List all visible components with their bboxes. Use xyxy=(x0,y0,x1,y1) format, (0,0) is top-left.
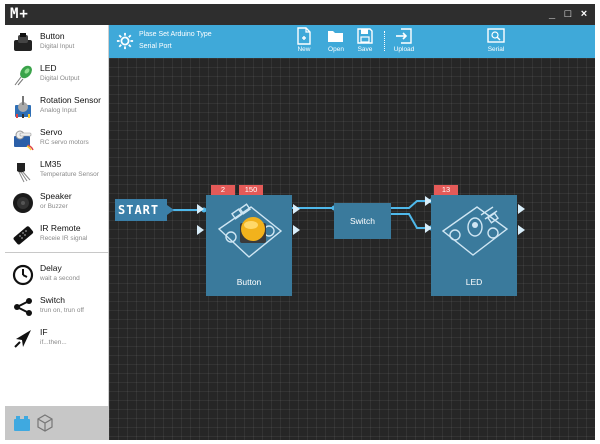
led-output-port[interactable] xyxy=(518,204,525,214)
sidebar-item-name: Speaker xyxy=(40,191,72,201)
led-node[interactable]: LED xyxy=(431,195,517,296)
sidebar-item-name: Switch xyxy=(40,295,66,305)
led-node-label: LED xyxy=(465,277,483,287)
folder-icon xyxy=(328,31,343,42)
sidebar-item-desc: if...then... xyxy=(40,339,67,346)
maximize-button[interactable]: □ xyxy=(561,6,575,22)
button-value-tag[interactable]: 150 xyxy=(239,185,263,195)
serial-port-text[interactable]: Serial Port xyxy=(139,43,172,50)
toolbar-divider xyxy=(384,31,385,51)
minimize-button[interactable]: _ xyxy=(545,6,559,22)
sidebar-footer xyxy=(5,406,109,440)
sidebar-item-rotation-sensor[interactable]: Rotation Sensor Analog Input xyxy=(5,92,109,124)
sidebar-item-desc: Digital Output xyxy=(40,75,80,82)
button-input-port[interactable] xyxy=(197,204,204,214)
if-icon xyxy=(14,330,31,348)
sidebar-item-desc: RC servo motors xyxy=(40,139,89,146)
start-block[interactable]: START xyxy=(115,199,167,221)
flow-canvas[interactable]: START 2 150 Button Switch 13 LED xyxy=(109,58,595,440)
sidebar-item-ir-remote[interactable]: IR Remote Receie IR signal xyxy=(5,220,109,252)
sidebar-divider xyxy=(5,252,109,253)
sidebar-item-desc: wait a second xyxy=(40,275,80,282)
start-output-port[interactable] xyxy=(167,205,174,215)
close-button[interactable]: × xyxy=(577,6,591,22)
serial-button[interactable]: Serial xyxy=(483,27,509,57)
button-node[interactable]: Button xyxy=(206,195,292,296)
start-label: START xyxy=(118,203,160,217)
sidebar-item-name: IF xyxy=(40,327,48,337)
ir-remote-icon xyxy=(13,226,34,245)
sidebar-item-desc: Temperature Sensor xyxy=(40,171,99,178)
sidebar-item-name: Servo xyxy=(40,127,63,137)
button-node-label: Button xyxy=(236,277,262,287)
lm35-icon xyxy=(17,163,31,183)
rotation-sensor-icon xyxy=(15,96,31,118)
blocks-icon[interactable] xyxy=(13,414,31,432)
sidebar-item-speaker[interactable]: Speaker or Buzzer xyxy=(5,188,109,220)
save-disk-icon xyxy=(357,28,373,44)
button-output-port[interactable] xyxy=(293,204,300,214)
button-icon xyxy=(14,33,32,51)
switch-node[interactable]: Switch xyxy=(334,203,391,239)
sidebar-item-name: LED xyxy=(40,63,57,73)
save-button[interactable]: Save xyxy=(354,27,376,57)
led-pin-tag[interactable]: 13 xyxy=(434,185,458,195)
servo-icon xyxy=(14,130,34,151)
new-button[interactable]: New xyxy=(293,27,315,57)
app-logo: M+ xyxy=(10,6,29,22)
upload-button[interactable]: Upload xyxy=(390,27,418,57)
button-pin-tag[interactable]: 2 xyxy=(211,185,235,195)
sidebar-item-desc: trun on, trun off xyxy=(40,307,84,314)
sidebar-item-button[interactable]: Button Digital Input xyxy=(5,28,109,60)
app-window: M+ _ □ × Button Digital Input LED Digita… xyxy=(5,4,595,440)
component-sidebar: Button Digital Input LED Digital Output xyxy=(5,25,109,440)
sidebar-item-desc: Digital Input xyxy=(40,43,75,50)
button-input-port-2[interactable] xyxy=(197,225,204,235)
sidebar-item-if[interactable]: IF if...then... xyxy=(5,324,109,356)
upload-icon xyxy=(396,28,412,44)
sidebar-item-desc: or Buzzer xyxy=(40,203,68,210)
connection-wires xyxy=(167,198,434,231)
speaker-icon xyxy=(13,193,33,213)
settings-gear-icon[interactable] xyxy=(116,32,134,50)
sidebar-item-desc: Receie IR signal xyxy=(40,235,88,242)
switch-node-label: Switch xyxy=(349,216,376,226)
sidebar-item-switch[interactable]: Switch trun on, trun off xyxy=(5,292,109,324)
sidebar-item-name: IR Remote xyxy=(40,223,81,233)
sidebar-item-name: LM35 xyxy=(40,159,62,169)
title-bar: M+ _ □ × xyxy=(5,4,595,25)
new-file-icon xyxy=(297,27,311,45)
led-module-icon xyxy=(441,206,509,256)
led-icon xyxy=(14,65,32,86)
push-button-module-icon xyxy=(217,203,283,258)
new-button-label: New xyxy=(297,46,311,53)
toolbar: Plase Set Arduino Type Serial Port New O… xyxy=(109,25,595,58)
sidebar-item-name: Delay xyxy=(40,263,62,273)
arduino-type-text[interactable]: Plase Set Arduino Type xyxy=(139,31,212,38)
open-button-label: Open xyxy=(328,46,344,53)
cube-icon[interactable] xyxy=(36,414,54,432)
serial-monitor-icon xyxy=(487,28,505,43)
serial-button-label: Serial xyxy=(487,46,505,53)
sidebar-item-servo[interactable]: Servo RC servo motors xyxy=(5,124,109,156)
switch-icon xyxy=(14,298,32,316)
clock-icon xyxy=(12,264,34,286)
sidebar-item-delay[interactable]: Delay wait a second xyxy=(5,260,109,292)
sidebar-item-led[interactable]: LED Digital Output xyxy=(5,60,109,92)
button-output-port-2[interactable] xyxy=(293,225,300,235)
sidebar-item-desc: Analog Input xyxy=(40,107,77,114)
upload-button-label: Upload xyxy=(393,46,415,53)
save-button-label: Save xyxy=(357,46,373,53)
open-button[interactable]: Open xyxy=(323,27,349,57)
sidebar-item-lm35[interactable]: LM35 Temperature Sensor xyxy=(5,156,109,188)
led-output-port-2[interactable] xyxy=(518,225,525,235)
sidebar-item-name: Button xyxy=(40,31,65,41)
sidebar-item-name: Rotation Sensor xyxy=(40,95,101,105)
